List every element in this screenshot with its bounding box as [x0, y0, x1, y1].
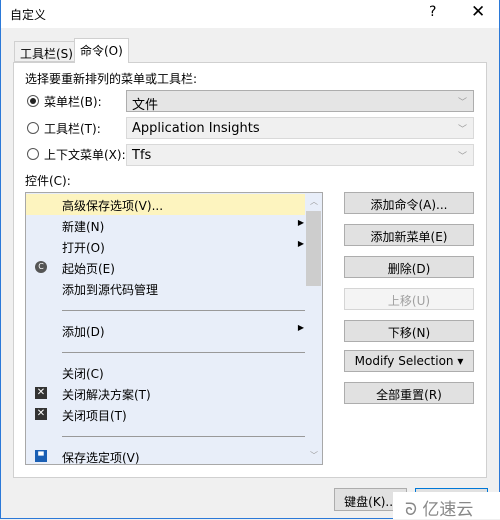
close-solution-icon: ✕: [35, 387, 47, 399]
tab-commands[interactable]: 命令(O): [74, 38, 129, 63]
title-bar: 自定义 ? ✕: [0, 0, 500, 28]
item-label: 打开(O): [62, 241, 105, 255]
item-label: 保存选定项(V): [62, 451, 140, 465]
window-title: 自定义: [10, 8, 47, 22]
scroll-up-icon[interactable]: ︿: [310, 196, 318, 207]
submenu-arrow-icon: ▶: [297, 218, 304, 227]
close-window-button[interactable]: ✕: [471, 2, 485, 22]
menubar-label: 菜单栏(B):: [44, 95, 102, 109]
context-menu-radio[interactable]: [27, 148, 39, 160]
list-item[interactable]: ✕ 关闭解决方案(T): [26, 383, 314, 404]
list-item[interactable]: 添加到源代码管理: [26, 278, 314, 299]
list-item[interactable]: 关闭(C): [26, 362, 314, 383]
item-label: 新建(N): [62, 220, 105, 234]
help-button[interactable]: ?: [429, 4, 436, 20]
menubar-select[interactable]: 文件 ﹀: [126, 90, 474, 113]
move-up-button[interactable]: 上移(U): [344, 288, 474, 310]
chevron-down-icon: ﹀: [457, 98, 467, 108]
add-new-menu-button[interactable]: 添加新菜单(E): [344, 224, 474, 246]
item-label: 添加到源代码管理: [62, 283, 159, 297]
watermark-text: 亿速云: [422, 500, 474, 520]
separator: [62, 310, 312, 311]
controls-label: 控件(C):: [25, 174, 71, 188]
toolbar-radio[interactable]: [27, 122, 39, 134]
delete-button[interactable]: 删除(D): [344, 256, 474, 278]
submenu-arrow-icon: ▶: [297, 323, 304, 332]
scroll-down-icon[interactable]: ﹀: [310, 450, 318, 461]
reset-all-button[interactable]: 全部重置(R): [344, 382, 474, 404]
toolbar-label: 工具栏(T):: [44, 122, 101, 136]
list-item[interactable]: ✕ 关闭项目(T): [26, 404, 314, 425]
menubar-radio[interactable]: [27, 95, 39, 107]
context-menu-select[interactable]: Tfs ﹀: [126, 144, 474, 166]
chevron-down-icon: ﹀: [457, 152, 467, 162]
toolbar-select[interactable]: Application Insights ﹀: [126, 117, 474, 139]
context-menu-label: 上下文菜单(X):: [44, 148, 126, 162]
move-down-button[interactable]: 下移(N): [344, 320, 474, 342]
separator: [62, 352, 312, 353]
list-item[interactable]: 打开(O) ▶: [26, 236, 314, 257]
start-page-icon: C: [35, 261, 47, 273]
cloud-logo-icon: ᘐ: [405, 500, 423, 520]
close-project-icon: ✕: [35, 408, 47, 420]
item-label: 关闭解决方案(T): [62, 388, 151, 402]
context-menu-value: Tfs: [132, 148, 152, 163]
separator: [62, 436, 312, 437]
toolbar-value: Application Insights: [132, 121, 260, 136]
item-label: 起始页(E): [62, 262, 115, 276]
choose-label: 选择要重新排列的菜单或工具栏:: [25, 72, 198, 86]
item-label: 关闭(C): [62, 367, 104, 381]
add-command-button[interactable]: 添加命令(A)...: [344, 192, 474, 214]
list-item[interactable]: 添加(D) ▶: [26, 320, 314, 341]
item-label: 关闭项目(T): [62, 409, 127, 423]
watermark-logo: ᘐ 亿速云: [393, 492, 500, 520]
list-item[interactable]: C 起始页(E): [26, 257, 314, 278]
tab-toolbars[interactable]: 工具栏(S): [14, 41, 79, 62]
submenu-arrow-icon: ▶: [297, 239, 304, 248]
list-item[interactable]: ▀ 保存选定项(V): [26, 446, 314, 465]
menubar-value: 文件: [132, 98, 159, 113]
list-item[interactable]: 新建(N) ▶: [26, 215, 314, 236]
scrollbar-thumb[interactable]: [306, 211, 321, 286]
item-label: 高级保存选项(V)...: [62, 199, 164, 213]
list-item[interactable]: 高级保存选项(V)...: [26, 194, 314, 215]
controls-list[interactable]: 高级保存选项(V)... 新建(N) ▶ 打开(O) ▶ C 起始页(E) 添加到源代…: [25, 192, 323, 465]
list-scrollbar[interactable]: ︿ ﹀: [305, 193, 322, 464]
chevron-down-icon: ﹀: [457, 125, 467, 135]
modify-selection-button[interactable]: Modify Selection ▾: [344, 350, 474, 372]
item-label: 添加(D): [62, 325, 105, 339]
save-icon: ▀: [35, 450, 47, 462]
